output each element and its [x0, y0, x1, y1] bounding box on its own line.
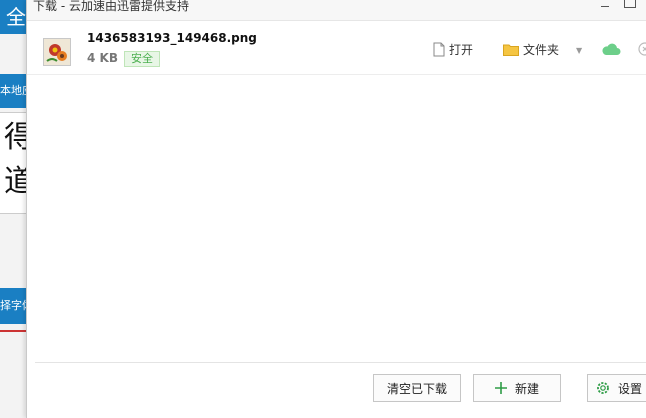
cloud-icon[interactable]: [601, 41, 621, 60]
new-download-button[interactable]: 新建: [473, 374, 561, 402]
background-tab-font-label: 择字体: [0, 299, 26, 312]
gear-icon: [597, 382, 609, 394]
chevron-down-icon[interactable]: ▼: [576, 46, 582, 55]
open-file-button[interactable]: 打开: [433, 39, 473, 59]
background-text-area: 得 道: [0, 112, 26, 214]
settings-button[interactable]: 设置: [587, 374, 646, 402]
open-file-label: 打开: [449, 42, 474, 57]
background-char: 得: [4, 121, 26, 155]
footer-divider: [35, 362, 646, 363]
background-tab-local[interactable]: 本地应: [0, 74, 26, 108]
download-item[interactable]: 1436583193_149468.png 4 KB 安全 打开 文件夹 ▼: [27, 22, 646, 75]
background-divider: [0, 330, 26, 332]
file-size: 4 KB: [87, 51, 118, 65]
background-header-char: 全: [6, 5, 26, 29]
file-name[interactable]: 1436583193_149468.png: [87, 31, 257, 45]
settings-label: 设置: [618, 381, 643, 396]
safe-badge: 安全: [124, 51, 160, 67]
open-folder-button[interactable]: 文件夹: [503, 39, 559, 59]
download-dialog: 下载 - 云加速由迅雷提供支持 1436583193_149468.png 4 …: [26, 0, 646, 418]
plus-icon: [494, 382, 507, 394]
open-folder-label: 文件夹: [523, 42, 560, 57]
background-header: 全: [0, 0, 26, 34]
clear-downloaded-label: 清空已下载: [386, 381, 447, 396]
document-icon: [433, 42, 445, 56]
background-tab-font[interactable]: 择字体: [0, 288, 26, 324]
title-bar[interactable]: 下载 - 云加速由迅雷提供支持: [27, 0, 646, 21]
window-title: 下载 - 云加速由迅雷提供支持: [33, 0, 189, 13]
background-tab-local-label: 本地应: [0, 84, 26, 97]
maximize-icon[interactable]: [624, 0, 636, 8]
minimize-icon[interactable]: [601, 6, 609, 7]
new-download-label: 新建: [514, 381, 539, 396]
close-icon[interactable]: [638, 41, 646, 60]
clear-downloaded-button[interactable]: 清空已下载: [373, 374, 461, 402]
file-thumbnail-icon: [43, 38, 71, 66]
background-char: 道: [4, 165, 26, 199]
folder-icon: [503, 44, 519, 56]
